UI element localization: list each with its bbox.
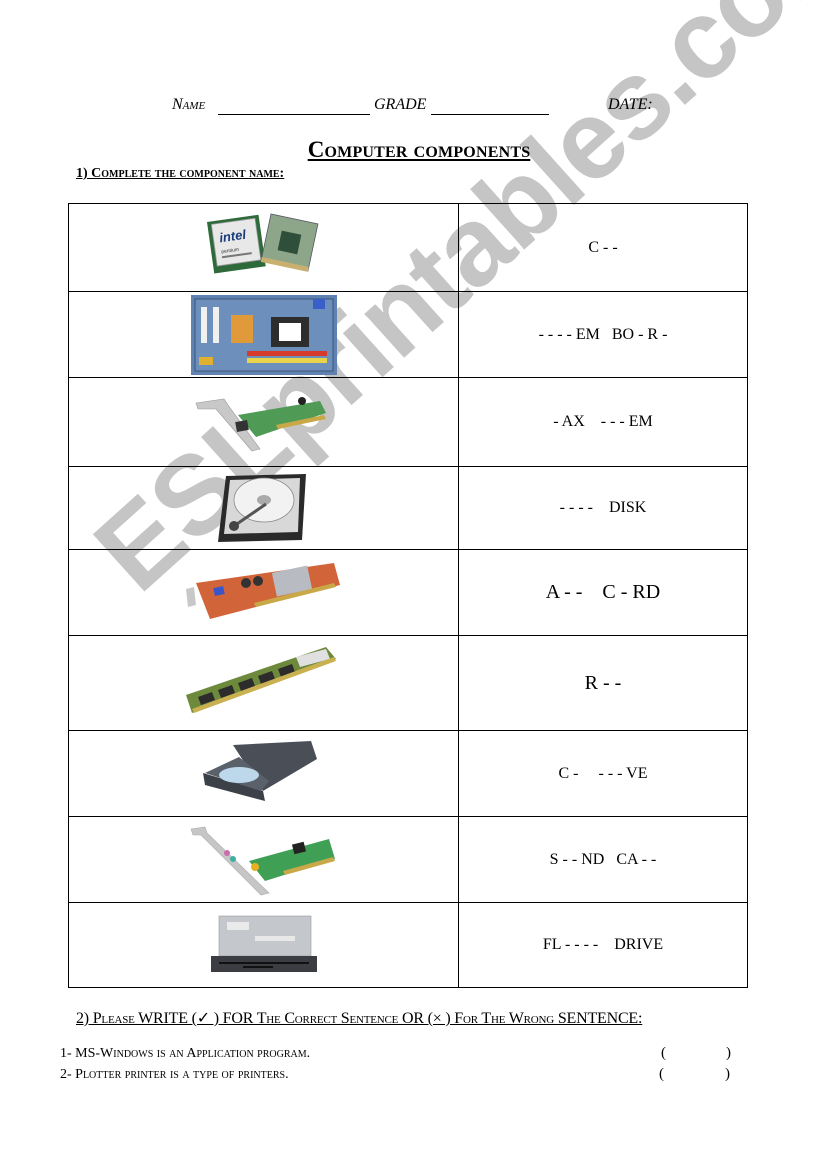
answer-1-field[interactable] [668,1045,724,1063]
grade-label: GRADE [374,96,427,113]
page-title: Computer components [307,137,531,162]
image-cell [69,903,459,987]
image-cell [69,550,459,635]
answer-2-close: ) [725,1066,730,1082]
table-row: intel pentium C - - [69,204,747,291]
answer-cell: R - - [584,671,622,694]
answer-cell: FL - - - - DRIVE [542,936,664,953]
answer-2-open: ( [659,1066,664,1082]
name-label: Name [172,96,206,113]
answer-cell: A - - C - RD [545,581,661,603]
name-field-line[interactable] [218,114,370,115]
image-cell [69,731,459,816]
table-row: S - - ND CA - - [69,816,747,902]
table-row: - - - - DISK [69,466,747,549]
table-row: - AX - - - EM [69,377,747,466]
graphics-card-icon [185,562,340,619]
cd-drive-icon [202,740,317,801]
answer-1-close: ) [726,1045,731,1061]
sound-card-icon [190,826,335,895]
answer-cell: S - - ND CA - - [549,850,657,868]
answer-cell: - - - - DISK [559,499,647,516]
answer-1-open: ( [661,1045,666,1061]
table-row: R - - [69,635,747,730]
image-cell [69,378,459,466]
answer-cell: - - - - EM BO - R - [538,325,668,343]
grade-field-line[interactable] [431,114,549,115]
answer-cell: C - - - - VE [558,764,648,782]
hard-disk-icon [217,474,306,542]
floppy-drive-icon [210,915,317,972]
image-cell [69,636,459,730]
fax-modem-card-icon [195,397,326,452]
cpu-processor-icon: intel pentium [206,213,318,274]
motherboard-icon [190,294,337,375]
date-label: DATE: [608,96,653,113]
image-cell [69,467,459,549]
table-row: - - - - EM BO - R - [69,291,747,377]
image-cell [69,817,459,902]
table-row: A - - C - RD [69,549,747,635]
question-1-text: 1- MS-Windows is an Application program. [60,1046,311,1061]
components-table: intel pentium C - - - - - - EM BO - R - … [68,203,748,988]
image-cell: intel pentium [69,204,459,291]
section1-heading: 1) Complete the component name: [76,166,285,181]
answer-cell: - AX - - - EM [553,413,653,430]
table-row: C - - - - VE [69,730,747,816]
image-cell [69,292,459,377]
answer-cell: C - - [588,238,618,256]
answer-2-field[interactable] [666,1066,722,1084]
question-2-text: 2- Plotter printer is a type of printers… [60,1067,289,1082]
table-row: FL - - - - DRIVE [69,902,747,987]
section2-heading: 2) Please WRITE (✓ ) FOR The Correct Sen… [76,1010,643,1027]
ram-module-icon [185,647,336,713]
